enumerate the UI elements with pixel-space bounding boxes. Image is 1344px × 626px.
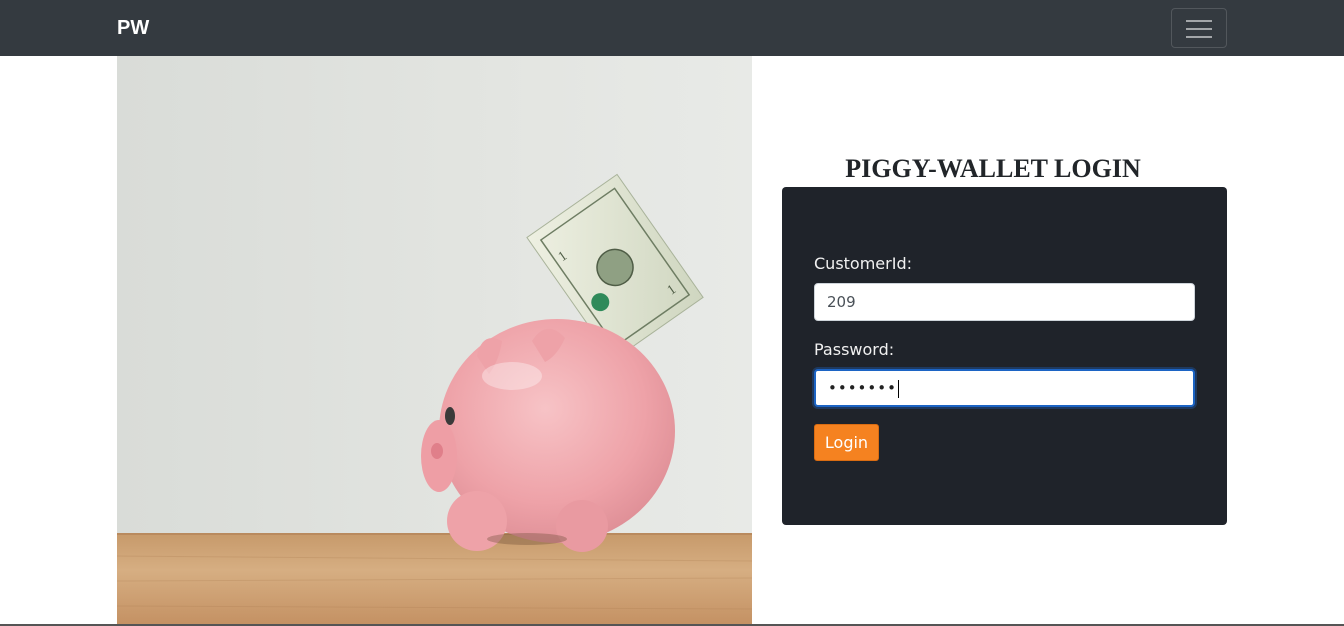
brand-logo[interactable]: PW [117, 16, 149, 40]
hamburger-menu-icon [1186, 20, 1212, 22]
login-button[interactable]: Login [814, 424, 879, 461]
top-navbar: PW [0, 0, 1344, 56]
login-title: PIGGY-WALLET LOGIN [845, 154, 1141, 183]
piggy-bank-image: 1 1 [117, 56, 752, 625]
password-label: Password: [814, 340, 895, 359]
navbar-toggler-button[interactable] [1171, 8, 1227, 48]
customer-id-input[interactable]: 209 [814, 283, 1195, 321]
hamburger-menu-icon-bar [1186, 28, 1212, 30]
customer-id-label: CustomerId: [814, 254, 912, 273]
text-caret [897, 379, 899, 398]
password-input[interactable]: ••••••• [814, 369, 1195, 407]
login-card: CustomerId: 209 Password: ••••••• Login [782, 187, 1227, 525]
password-value: ••••••• [828, 379, 897, 397]
hamburger-menu-icon-bar [1186, 36, 1212, 38]
piggy-bank-illustration: 1 1 [117, 56, 752, 625]
